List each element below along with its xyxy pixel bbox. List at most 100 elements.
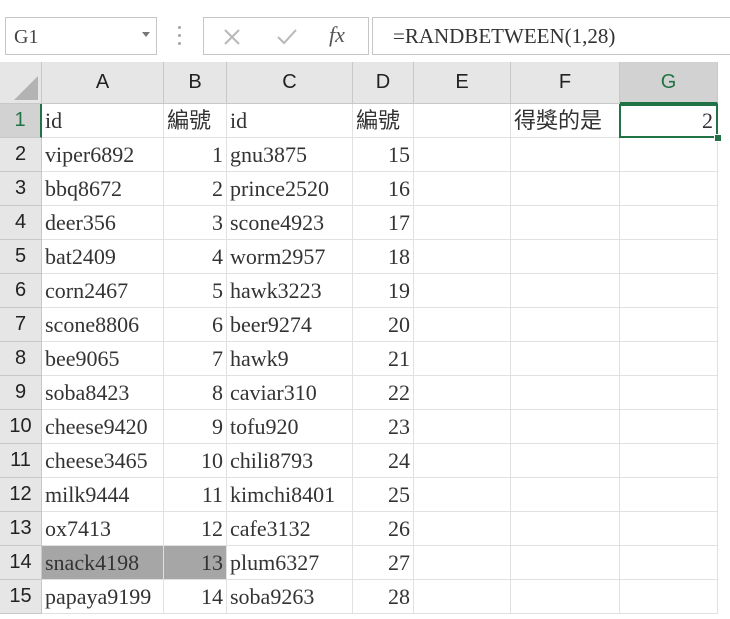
cell-a2[interactable]: viper6892	[42, 138, 164, 172]
cell-e6[interactable]	[414, 274, 511, 308]
row-header-4[interactable]: 4	[0, 206, 42, 240]
cell-e11[interactable]	[414, 444, 511, 478]
cell-g14[interactable]	[620, 546, 718, 580]
enter-check-icon[interactable]	[276, 27, 298, 47]
cell-a10[interactable]: cheese9420	[42, 410, 164, 444]
cell-b2[interactable]: 1	[164, 138, 227, 172]
cell-e5[interactable]	[414, 240, 511, 274]
cell-a5[interactable]: bat2409	[42, 240, 164, 274]
column-header-f[interactable]: F	[511, 62, 620, 104]
cell-d7[interactable]: 20	[353, 308, 414, 342]
cell-f3[interactable]	[511, 172, 620, 206]
active-cell-g1[interactable]: 2	[619, 104, 718, 138]
row-header-15[interactable]: 15	[0, 580, 42, 614]
cell-c5[interactable]: worm2957	[227, 240, 353, 274]
row-header-6[interactable]: 6	[0, 274, 42, 308]
cell-b11[interactable]: 10	[164, 444, 227, 478]
column-header-e[interactable]: E	[414, 62, 511, 104]
cell-c4[interactable]: scone4923	[227, 206, 353, 240]
cell-e10[interactable]	[414, 410, 511, 444]
cell-c14[interactable]: plum6327	[227, 546, 353, 580]
row-header-9[interactable]: 9	[0, 376, 42, 410]
cell-e14[interactable]	[414, 546, 511, 580]
cell-c15[interactable]: soba9263	[227, 580, 353, 614]
cell-a11[interactable]: cheese3465	[42, 444, 164, 478]
cell-d8[interactable]: 21	[353, 342, 414, 376]
cell-f8[interactable]	[511, 342, 620, 376]
cell-b10[interactable]: 9	[164, 410, 227, 444]
cell-g6[interactable]	[620, 274, 718, 308]
cell-a9[interactable]: soba8423	[42, 376, 164, 410]
cell-b13[interactable]: 12	[164, 512, 227, 546]
cell-d6[interactable]: 19	[353, 274, 414, 308]
cell-e12[interactable]	[414, 478, 511, 512]
name-box-value[interactable]: G1	[14, 26, 38, 49]
cell-e13[interactable]	[414, 512, 511, 546]
cell-a12[interactable]: milk9444	[42, 478, 164, 512]
name-box[interactable]: G1	[5, 17, 157, 55]
column-header-c[interactable]: C	[227, 62, 353, 104]
cell-a8[interactable]: bee9065	[42, 342, 164, 376]
cell-e2[interactable]	[414, 138, 511, 172]
cell-f1[interactable]: 得獎的是	[511, 104, 620, 138]
row-header-10[interactable]: 10	[0, 410, 42, 444]
cell-g13[interactable]	[620, 512, 718, 546]
cell-f11[interactable]	[511, 444, 620, 478]
cell-b12[interactable]: 11	[164, 478, 227, 512]
cell-f5[interactable]	[511, 240, 620, 274]
cell-d4[interactable]: 17	[353, 206, 414, 240]
cell-d2[interactable]: 15	[353, 138, 414, 172]
chevron-down-icon[interactable]	[142, 32, 150, 37]
cell-a13[interactable]: ox7413	[42, 512, 164, 546]
cell-c7[interactable]: beer9274	[227, 308, 353, 342]
cell-g9[interactable]	[620, 376, 718, 410]
cell-b15[interactable]: 14	[164, 580, 227, 614]
cell-g3[interactable]	[620, 172, 718, 206]
cell-c2[interactable]: gnu3875	[227, 138, 353, 172]
cell-f7[interactable]	[511, 308, 620, 342]
cell-e4[interactable]	[414, 206, 511, 240]
cell-c13[interactable]: cafe3132	[227, 512, 353, 546]
cell-g11[interactable]	[620, 444, 718, 478]
cell-g7[interactable]	[620, 308, 718, 342]
cell-d15[interactable]: 28	[353, 580, 414, 614]
cell-b6[interactable]: 5	[164, 274, 227, 308]
cell-b9[interactable]: 8	[164, 376, 227, 410]
cancel-icon[interactable]	[222, 27, 242, 47]
cell-b8[interactable]: 7	[164, 342, 227, 376]
cell-f6[interactable]	[511, 274, 620, 308]
row-header-2[interactable]: 2	[0, 138, 42, 172]
cell-g2[interactable]	[620, 138, 718, 172]
column-header-a[interactable]: A	[42, 62, 164, 104]
row-header-12[interactable]: 12	[0, 478, 42, 512]
cell-b14[interactable]: 13	[164, 546, 227, 580]
cell-f4[interactable]	[511, 206, 620, 240]
cell-g10[interactable]	[620, 410, 718, 444]
row-header-7[interactable]: 7	[0, 308, 42, 342]
cell-c3[interactable]: prince2520	[227, 172, 353, 206]
cell-g15[interactable]	[620, 580, 718, 614]
cell-e3[interactable]	[414, 172, 511, 206]
cell-d11[interactable]: 24	[353, 444, 414, 478]
cell-a1[interactable]: id	[42, 104, 164, 138]
cell-b1[interactable]: 編號	[164, 104, 227, 138]
cell-g5[interactable]	[620, 240, 718, 274]
cell-a3[interactable]: bbq8672	[42, 172, 164, 206]
cell-a6[interactable]: corn2467	[42, 274, 164, 308]
cell-a4[interactable]: deer356	[42, 206, 164, 240]
cell-b7[interactable]: 6	[164, 308, 227, 342]
select-all-button[interactable]	[0, 62, 42, 104]
column-header-b[interactable]: B	[164, 62, 227, 104]
column-header-d[interactable]: D	[353, 62, 414, 104]
cell-f10[interactable]	[511, 410, 620, 444]
cell-g4[interactable]	[620, 206, 718, 240]
formula-bar-splitter-icon[interactable]	[174, 26, 186, 48]
cell-f2[interactable]	[511, 138, 620, 172]
cell-d13[interactable]: 26	[353, 512, 414, 546]
cell-f12[interactable]	[511, 478, 620, 512]
cell-c8[interactable]: hawk9	[227, 342, 353, 376]
cell-c6[interactable]: hawk3223	[227, 274, 353, 308]
cell-a14[interactable]: snack4198	[42, 546, 164, 580]
cell-d12[interactable]: 25	[353, 478, 414, 512]
cell-f14[interactable]	[511, 546, 620, 580]
